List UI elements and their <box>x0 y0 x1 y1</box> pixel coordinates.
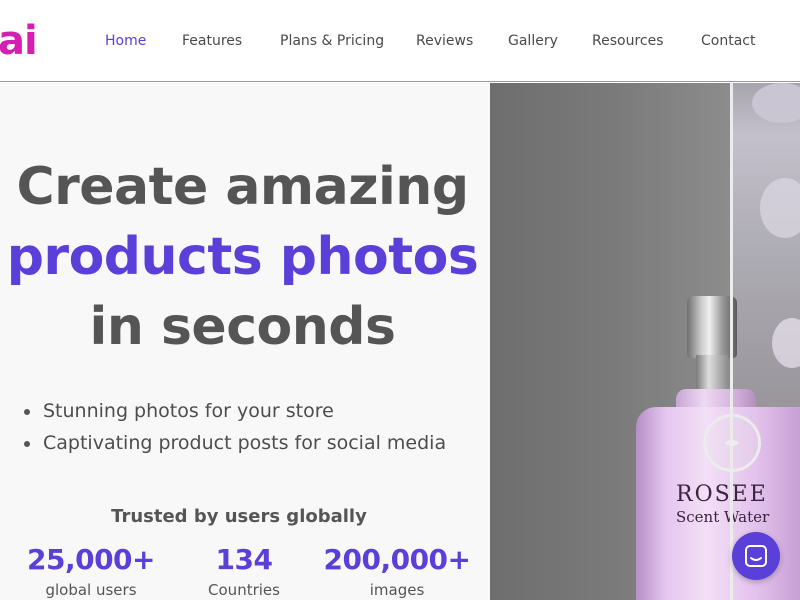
headline-line-2: products photos <box>6 227 479 287</box>
chat-bubble-icon <box>745 545 767 567</box>
nav-gallery[interactable]: Gallery <box>508 31 558 51</box>
main-nav: Home Features Plans & Pricing Reviews Ga… <box>0 31 800 51</box>
stat-value: 134 <box>215 543 273 576</box>
hero-text-panel: Create amazing products photos in second… <box>0 83 490 600</box>
feature-list: Stunning photos for your store Captivati… <box>24 395 484 459</box>
headline-line-1: Create amazing <box>16 157 469 217</box>
nav-features[interactable]: Features <box>182 31 242 51</box>
trusted-heading: Trusted by users globally <box>111 506 367 527</box>
stat-images: 200,000+ images <box>317 543 477 600</box>
stat-label: Countries <box>208 581 280 599</box>
headline-line-3: in seconds <box>89 297 396 357</box>
product-brand-text: ROSEE <box>676 482 768 507</box>
comparison-divider[interactable] <box>730 83 733 600</box>
nav-reviews[interactable]: Reviews <box>416 31 473 51</box>
stat-label: images <box>369 581 425 599</box>
comparison-slider-handle[interactable]: ◂▸ <box>703 414 761 472</box>
stat-value: 25,000+ <box>26 543 156 576</box>
feature-item: Captivating product posts for social med… <box>24 427 484 459</box>
left-right-arrows-icon: ◂▸ <box>723 432 741 451</box>
stat-countries: 134 Countries <box>164 543 324 600</box>
nav-plans-pricing[interactable]: Plans & Pricing <box>280 31 384 51</box>
site-header: ai Home Features Plans & Pricing Reviews… <box>0 0 800 82</box>
stat-label: global users <box>45 581 137 599</box>
perfume-neck <box>696 355 728 391</box>
nav-contact[interactable]: Contact <box>701 31 755 51</box>
nav-resources[interactable]: Resources <box>592 31 664 51</box>
stat-value: 200,000+ <box>323 543 472 576</box>
stat-users: 25,000+ global users <box>11 543 171 600</box>
feature-item: Stunning photos for your store <box>24 395 484 427</box>
chat-launcher-button[interactable] <box>732 532 780 580</box>
nav-home[interactable]: Home <box>105 31 146 51</box>
before-after-image[interactable]: ROSEE Scent Water ◂▸ <box>490 83 800 600</box>
product-sub-text: Scent Water <box>676 508 770 526</box>
